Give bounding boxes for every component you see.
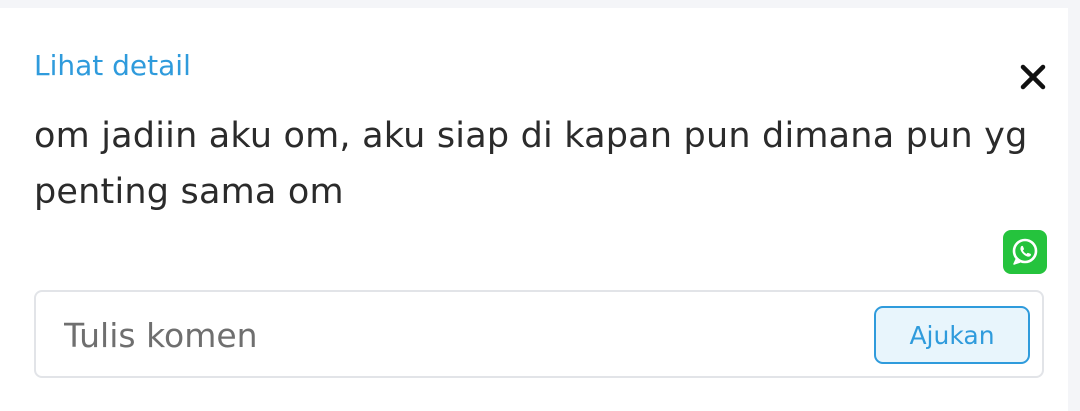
close-icon — [1020, 64, 1046, 90]
whatsapp-icon — [1012, 238, 1038, 265]
close-button[interactable] — [1016, 60, 1050, 94]
comment-input[interactable] — [64, 310, 844, 360]
see-detail-link[interactable]: Lihat detail — [34, 48, 191, 84]
comment-card: Lihat detail om jadiin aku om, aku siap … — [0, 8, 1068, 411]
whatsapp-share-button[interactable] — [1003, 230, 1047, 274]
comment-form: Ajukan — [34, 290, 1044, 378]
comment-text: om jadiin aku om, aku siap di kapan pun … — [34, 116, 1028, 212]
submit-comment-button[interactable]: Ajukan — [874, 306, 1030, 364]
